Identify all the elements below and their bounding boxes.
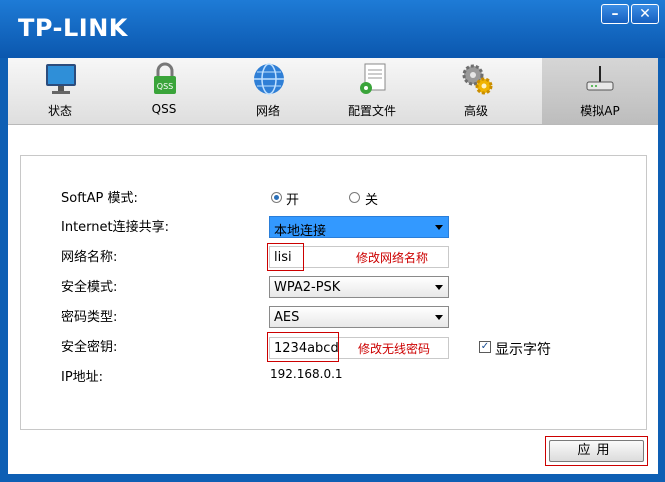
tp-link-logo: TP-LINK xyxy=(18,14,128,42)
softap-on-label: 开 xyxy=(286,193,300,208)
softap-mode-label: SoftAP 模式: xyxy=(61,191,138,206)
gears-icon xyxy=(462,64,493,95)
key-annotation: 修改无线密码 xyxy=(358,342,431,356)
tab-label: 配置文件 xyxy=(347,104,396,118)
apply-button[interactable]: 应用 xyxy=(549,440,644,462)
ssid-annotation: 修改网络名称 xyxy=(356,251,429,265)
cipher-type-label: 密码类型: xyxy=(61,310,118,325)
profile-document-icon xyxy=(360,63,386,94)
security-mode-value: WPA2-PSK xyxy=(274,280,341,295)
tab-soft-ap[interactable]: 模拟AP xyxy=(542,58,658,124)
show-chars-checkbox[interactable]: ✓ xyxy=(479,341,491,353)
minimize-button[interactable]: – xyxy=(601,4,629,24)
ssid-label: 网络名称: xyxy=(61,250,118,265)
ssid-highlight-box xyxy=(267,243,304,271)
tab-network[interactable]: 网络 xyxy=(216,58,320,124)
tab-toolbar: 状态 QSS QSS 网络 配置文件 高级 模拟AP xyxy=(8,58,658,125)
ip-address-label: IP地址: xyxy=(61,370,104,385)
globe-icon xyxy=(254,63,284,95)
key-highlight-box xyxy=(267,332,339,362)
tab-profile[interactable]: 配置文件 xyxy=(320,58,424,124)
router-icon xyxy=(586,66,614,91)
tab-label: 网络 xyxy=(255,104,280,118)
internet-share-value: 本地连接 xyxy=(274,224,327,239)
client-area: 状态 QSS QSS 网络 配置文件 高级 模拟AP SoftAP 模式: 开 … xyxy=(8,58,658,474)
qss-lock-icon: QSS xyxy=(154,62,176,94)
apply-highlight-box: 应用 xyxy=(545,436,648,466)
chevron-down-icon xyxy=(435,315,443,320)
security-mode-select[interactable]: WPA2-PSK xyxy=(269,276,449,298)
svg-text:QSS: QSS xyxy=(157,82,173,91)
softap-off-radio[interactable] xyxy=(349,192,360,203)
softap-settings-panel: SoftAP 模式: 开 关 Internet连接共享: 本地连接 网络名称: … xyxy=(20,155,647,430)
softap-off-label: 关 xyxy=(365,193,379,208)
internet-share-label: Internet连接共享: xyxy=(61,220,169,235)
tab-label: QSS xyxy=(151,102,177,116)
internet-share-select[interactable]: 本地连接 xyxy=(269,216,449,239)
tab-advanced[interactable]: 高级 xyxy=(424,58,528,124)
chevron-down-icon xyxy=(435,285,443,290)
app-window: TP-LINK – ✕ 状态 QSS QSS 网络 配置文件 高级 模拟AP S… xyxy=(0,0,665,482)
show-chars-label: 显示字符 xyxy=(495,342,551,358)
security-key-label: 安全密钥: xyxy=(61,340,118,355)
title-bar: TP-LINK – ✕ xyxy=(0,0,665,58)
tab-qss[interactable]: QSS QSS xyxy=(112,58,216,124)
chevron-down-icon xyxy=(435,225,443,230)
ip-address-value: 192.168.0.1 xyxy=(270,367,343,381)
tab-status[interactable]: 状态 xyxy=(8,58,112,124)
tab-label: 高级 xyxy=(463,104,488,118)
tab-label: 状态 xyxy=(47,104,72,118)
cipher-type-select[interactable]: AES xyxy=(269,306,449,328)
close-button[interactable]: ✕ xyxy=(631,4,659,24)
tab-label: 模拟AP xyxy=(580,104,620,118)
softap-on-radio[interactable] xyxy=(271,192,282,203)
monitor-icon xyxy=(46,64,76,94)
security-mode-label: 安全模式: xyxy=(61,280,118,295)
cipher-type-value: AES xyxy=(274,310,300,325)
